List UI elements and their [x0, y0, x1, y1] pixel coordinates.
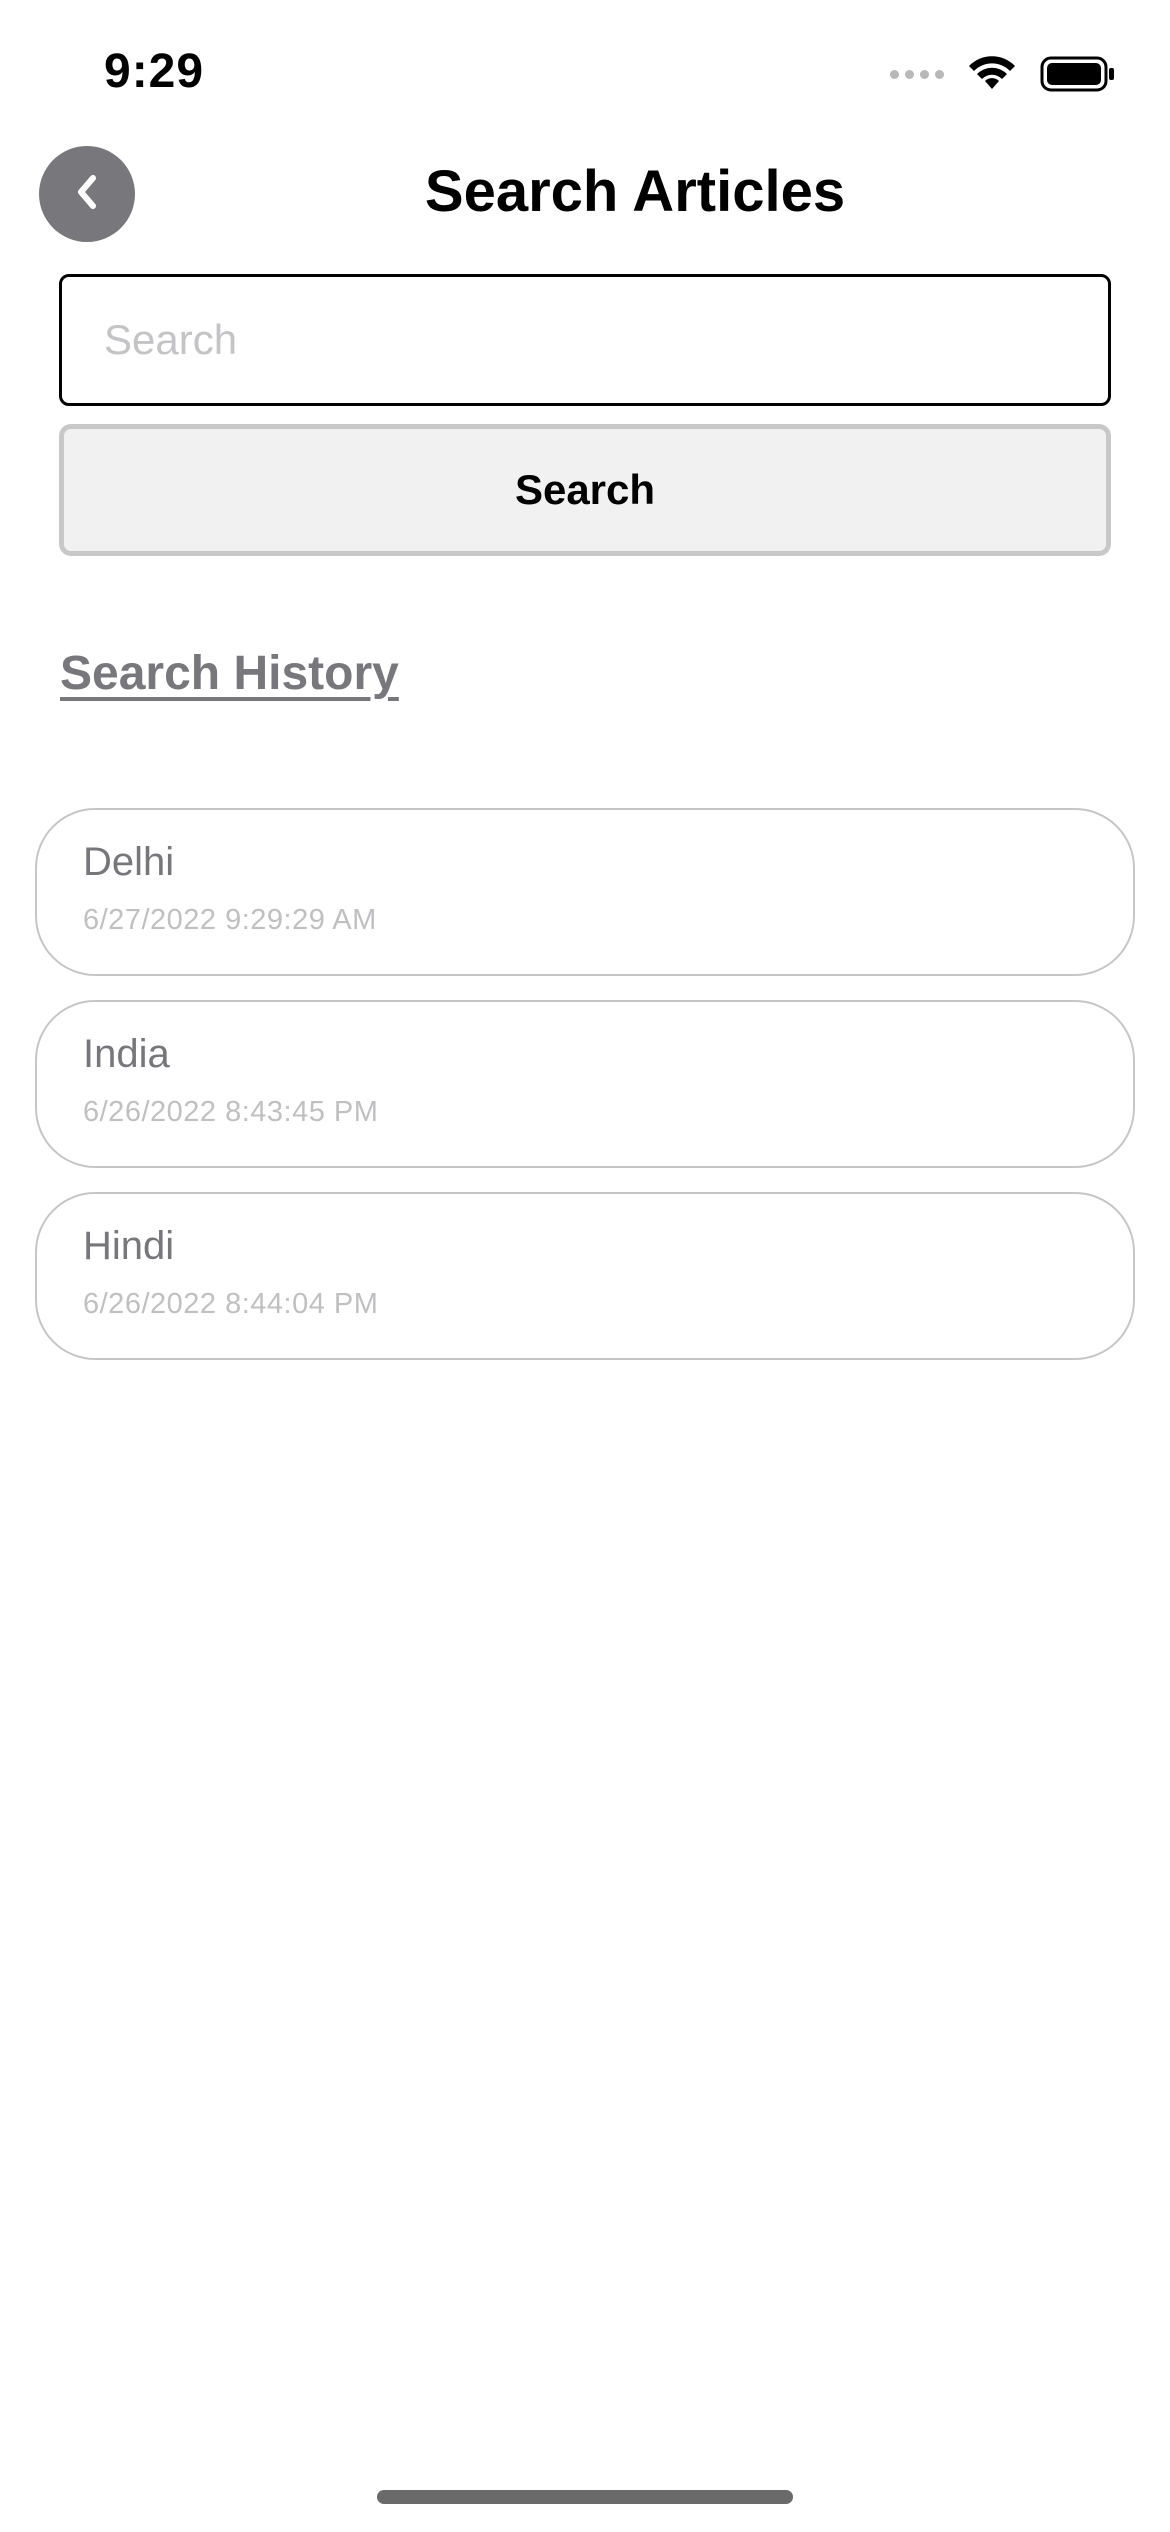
history-term: Hindi [83, 1224, 175, 1268]
search-history-list: Delhi 6/27/2022 9:29:29 AM India 6/26/20… [35, 808, 1135, 1384]
status-time: 9:29 [104, 45, 205, 98]
history-item-delhi[interactable]: Delhi 6/27/2022 9:29:29 AM [35, 808, 1135, 976]
search-button-label: Search [514, 466, 656, 513]
history-item-hindi[interactable]: Hindi 6/26/2022 8:44:04 PM [35, 1192, 1135, 1360]
search-input[interactable] [59, 274, 1111, 406]
history-item-india[interactable]: India 6/26/2022 8:43:45 PM [35, 1000, 1135, 1168]
search-history-heading: Search History [60, 647, 399, 700]
search-button[interactable]: Search [59, 424, 1111, 556]
page-title: Search Articles [424, 159, 846, 224]
wifi-icon [966, 55, 1018, 93]
history-term: Delhi [83, 840, 175, 884]
status-icons [890, 54, 1116, 94]
battery-icon [1040, 55, 1116, 93]
history-timestamp: 6/27/2022 9:29:29 AM [83, 904, 377, 936]
home-indicator[interactable] [377, 2490, 793, 2504]
history-timestamp: 6/26/2022 8:44:04 PM [83, 1288, 379, 1320]
history-timestamp: 6/26/2022 8:43:45 PM [83, 1096, 379, 1128]
history-term: India [83, 1032, 170, 1076]
cellular-signal-icon [890, 69, 944, 79]
